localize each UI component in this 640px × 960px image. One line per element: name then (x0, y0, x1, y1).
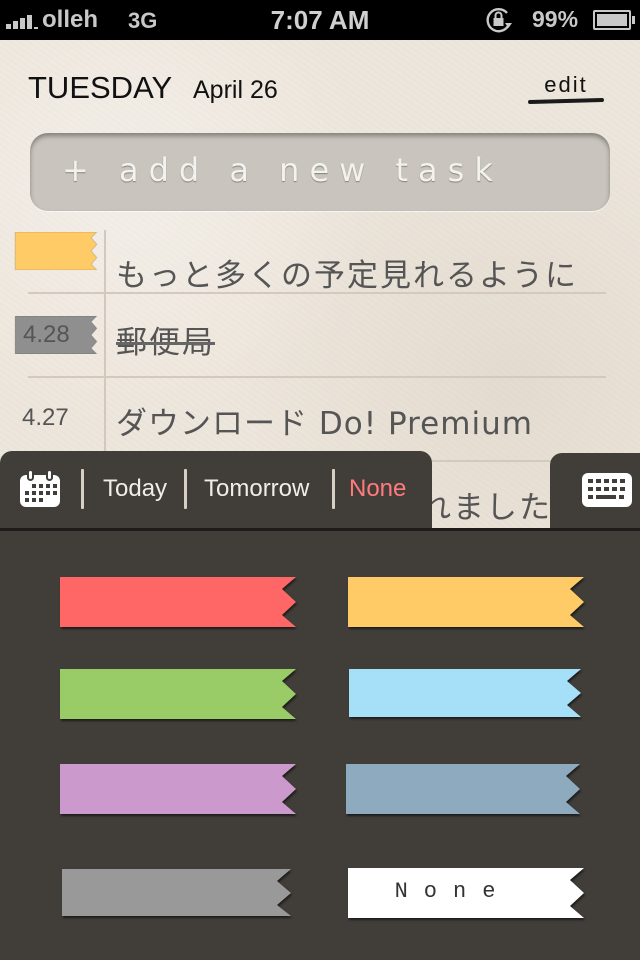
due-date-toolbar: Today Tomorrow None (0, 451, 432, 530)
task-title: 郵便局 (116, 325, 215, 361)
none-date-button[interactable]: None (349, 475, 406, 503)
edit-underline (527, 98, 605, 104)
edit-label: edit (544, 72, 588, 97)
task-color-tag (14, 232, 98, 270)
row-divider (28, 292, 606, 294)
edit-button[interactable]: edit (526, 72, 606, 106)
task-date: 4.27 (22, 404, 69, 431)
swatch-ribbon (60, 764, 296, 814)
color-swatch-yellow[interactable] (348, 577, 586, 627)
color-swatch-purple[interactable] (60, 764, 298, 814)
swatch-ribbon (348, 577, 584, 627)
add-task-placeholder: + add a new task (62, 151, 503, 189)
color-swatch-gray[interactable] (62, 869, 300, 919)
toolbar-separator (184, 469, 187, 509)
rotation-lock-icon (486, 8, 512, 33)
swatch-ribbon (60, 669, 296, 719)
swatch-ribbon (62, 869, 291, 916)
color-swatch-slate-blue[interactable] (346, 764, 584, 814)
task-title: ダウンロード Do! Premium (116, 406, 533, 442)
swatch-ribbon (60, 577, 296, 627)
calendar-icon[interactable] (18, 469, 62, 509)
tomorrow-button[interactable]: Tomorrow (204, 475, 309, 503)
keyboard-icon[interactable] (582, 473, 632, 507)
today-button[interactable]: Today (103, 475, 167, 503)
date-title: April 26 (193, 76, 278, 104)
task-row[interactable]: 4.28 郵便局 (0, 314, 640, 398)
color-swatch-none[interactable]: None (348, 868, 586, 918)
battery-icon (593, 10, 635, 30)
task-date: 4.28 (23, 321, 70, 348)
add-task-input[interactable]: + add a new task (30, 133, 610, 211)
status-bar: olleh 3G 7:07 AM 99% (0, 0, 640, 40)
keyboard-toggle-tab[interactable] (550, 453, 640, 530)
task-title: れました (420, 490, 552, 526)
color-swatch-green[interactable] (60, 669, 298, 719)
row-divider (28, 376, 606, 378)
swatch-ribbon (346, 764, 580, 814)
swatch-none-label: None (394, 879, 512, 904)
swatch-ribbon (349, 669, 581, 717)
task-title: もっと多くの予定見れるように (116, 258, 578, 294)
battery-percent: 99% (532, 6, 579, 32)
toolbar-separator (332, 469, 335, 509)
weekday-title: TUESDAY (28, 70, 173, 105)
color-swatch-red[interactable] (60, 577, 298, 627)
color-swatch-light-blue[interactable] (349, 669, 587, 719)
toolbar-separator (81, 469, 84, 509)
color-tag-panel: None (0, 528, 640, 960)
task-row[interactable]: もっと多くの予定見れるように (0, 230, 640, 314)
